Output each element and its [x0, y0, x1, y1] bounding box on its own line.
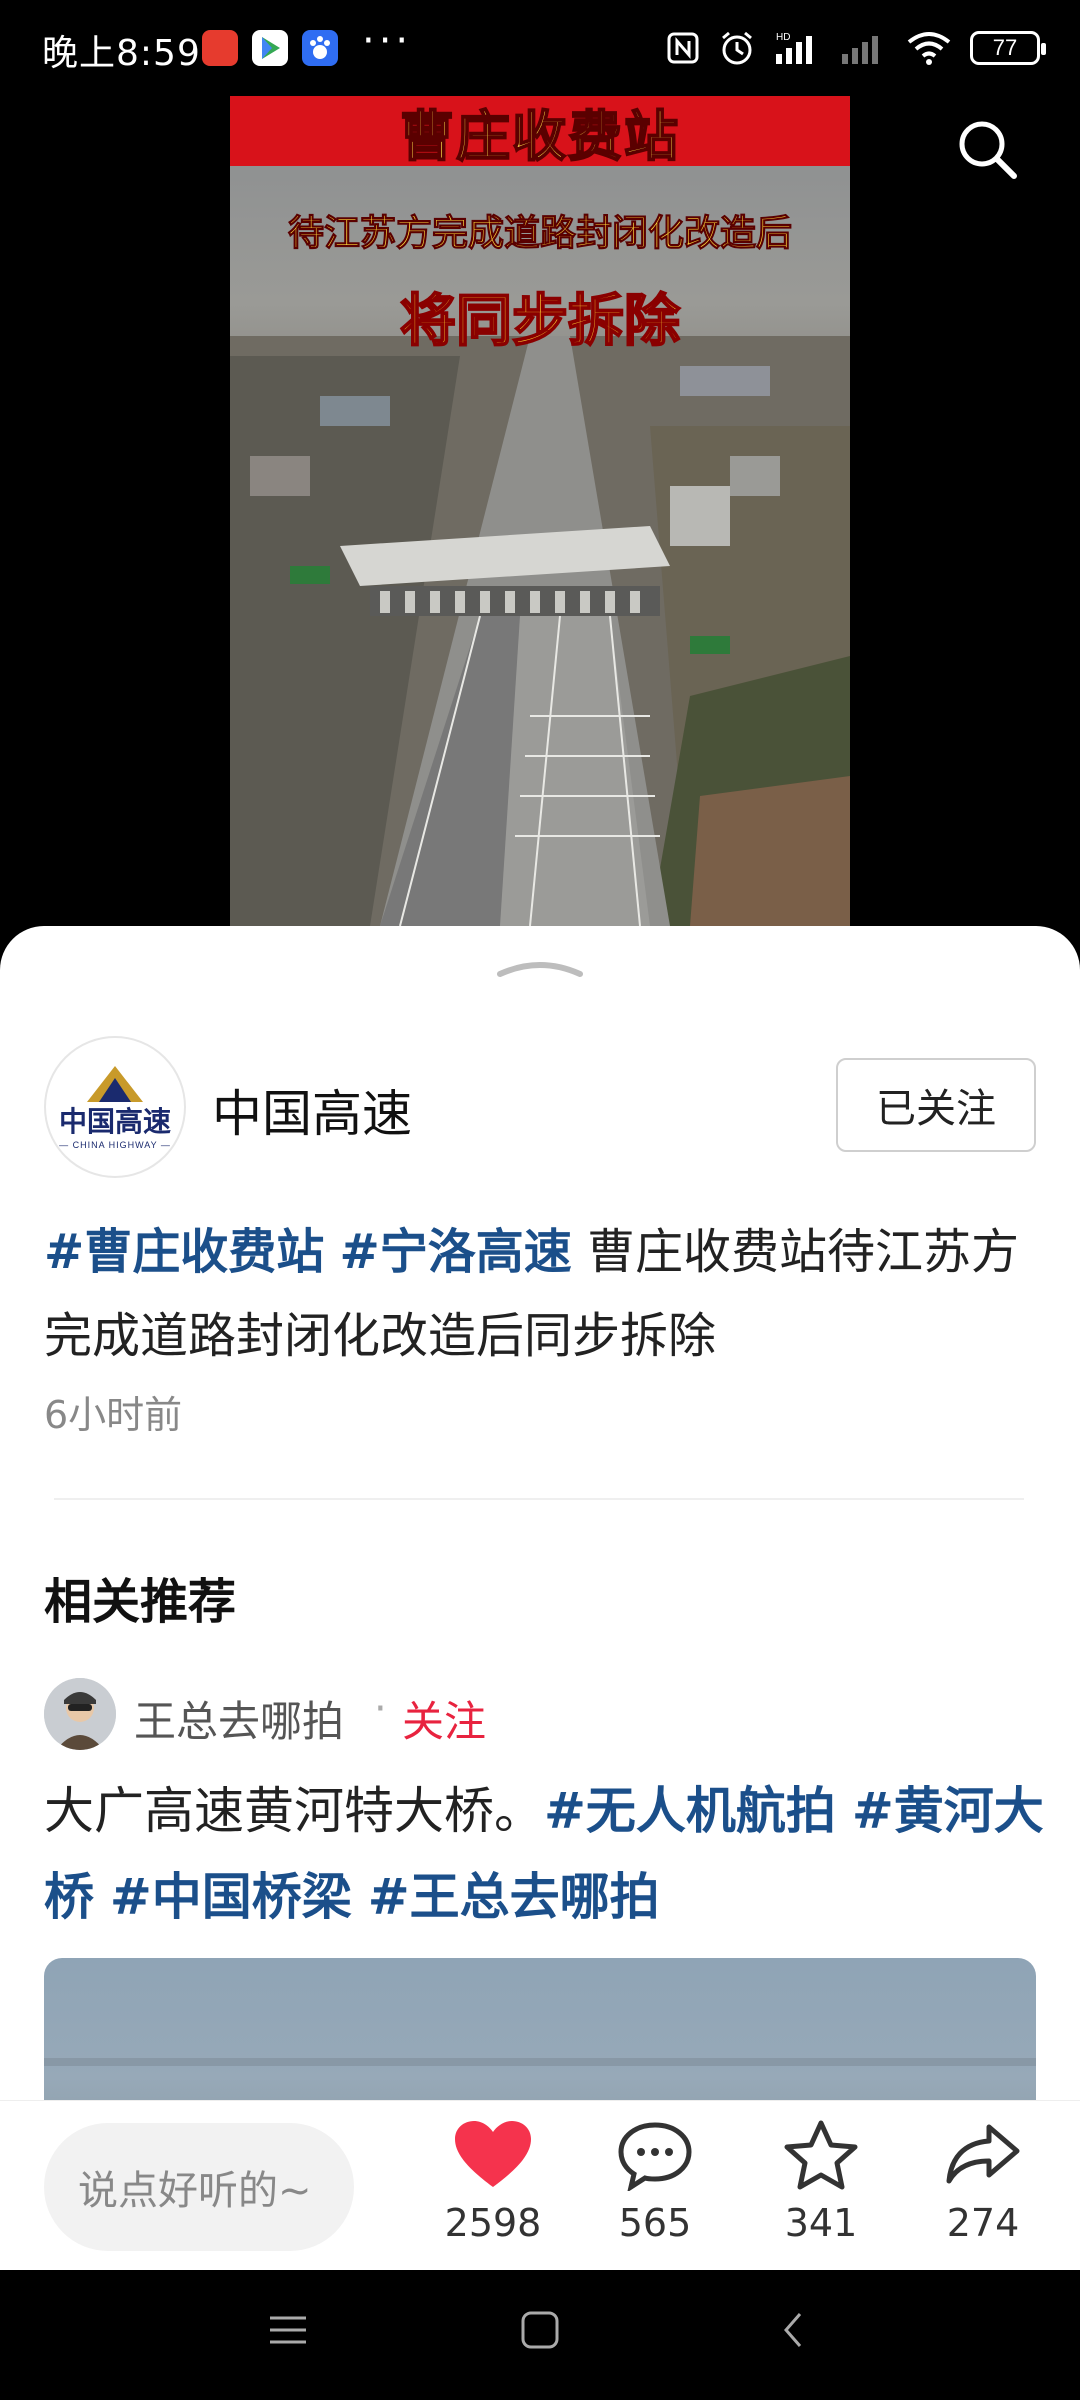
- menu-icon[interactable]: [268, 2310, 308, 2350]
- svg-text:HD: HD: [776, 32, 790, 43]
- action-bar: 说点好听的~ 2598 565 341 274: [0, 2100, 1080, 2270]
- play-store-icon: [252, 30, 288, 66]
- author-avatar[interactable]: 中国高速 — CHINA HIGHWAY —: [44, 1036, 186, 1178]
- related-section-title: 相关推荐: [44, 1574, 237, 1630]
- system-nav-bar: [0, 2270, 1080, 2400]
- favorite-button[interactable]: 341: [756, 2119, 886, 2245]
- comment-icon: [618, 2122, 692, 2191]
- battery-level: 77: [992, 35, 1018, 60]
- heart-icon: [455, 2121, 531, 2187]
- video-player[interactable]: 曹庄收费站 待江苏方完成道路封闭化改造后 将同步拆除: [0, 96, 1080, 956]
- search-icon[interactable]: [952, 114, 1022, 184]
- comment-count: 565: [618, 2201, 692, 2245]
- video-subtitle-1: 待江苏方完成道路封闭化改造后: [287, 213, 792, 255]
- post-time: 6小时前: [44, 1393, 183, 1437]
- comment-button[interactable]: 565: [590, 2119, 720, 2245]
- alarm-icon: [722, 31, 752, 65]
- home-icon[interactable]: [520, 2310, 560, 2350]
- status-more: ···: [362, 18, 413, 64]
- divider: [54, 1498, 1024, 1500]
- back-icon[interactable]: [774, 2310, 814, 2350]
- rec-author-avatar[interactable]: [44, 1678, 116, 1750]
- favorite-count: 341: [784, 2201, 858, 2245]
- video-banner: 曹庄收费站: [230, 96, 850, 169]
- separator-dot: ·: [374, 1686, 387, 1732]
- hashtag[interactable]: #曹庄收费站: [44, 1224, 324, 1280]
- wifi-icon: [907, 32, 951, 65]
- rec-video-thumbnail[interactable]: [44, 1958, 1036, 2100]
- sheet-handle-icon[interactable]: [496, 954, 584, 982]
- comment-input[interactable]: 说点好听的~: [44, 2123, 354, 2251]
- rec-post-text[interactable]: 大广高速黄河特大桥。#无人机航拍 #黄河大桥 #中国桥梁 #王总去哪拍: [44, 1768, 1044, 1940]
- star-icon: [784, 2120, 858, 2190]
- status-time: 晚上8:59: [42, 33, 201, 74]
- status-bar: 晚上8:59 ··· HD 77: [0, 0, 1080, 96]
- rec-author-name[interactable]: 王总去哪拍: [134, 1688, 344, 1749]
- author-name[interactable]: 中国高速: [212, 1074, 412, 1146]
- following-button[interactable]: 已关注: [836, 1058, 1036, 1152]
- video-banner-text: 曹庄收费站: [399, 104, 680, 169]
- baidu-icon: [302, 30, 338, 66]
- post-detail-sheet: 中国高速 — CHINA HIGHWAY — 中国高速 已关注 #曹庄收费站 #…: [0, 926, 1080, 2100]
- video-frame[interactable]: 曹庄收费站 待江苏方完成道路封闭化改造后 将同步拆除: [230, 96, 850, 926]
- app-notification-icon: [202, 30, 238, 66]
- hashtag[interactable]: #中国桥梁: [110, 1868, 352, 1926]
- hashtag[interactable]: #宁洛高速: [340, 1224, 572, 1280]
- china-highway-logo-icon: [87, 1066, 143, 1102]
- hashtag[interactable]: #王总去哪拍: [368, 1868, 660, 1926]
- battery-icon: 77: [970, 31, 1046, 65]
- rec-follow-button[interactable]: 关注: [402, 1688, 486, 1749]
- rec-post-body: 大广高速黄河特大桥。: [44, 1782, 544, 1840]
- signal-icon: HD: [776, 32, 812, 64]
- nfc-icon: [667, 32, 699, 64]
- like-count: 2598: [444, 2201, 542, 2245]
- share-count: 274: [946, 2201, 1020, 2245]
- signal-weak-icon: [842, 36, 878, 64]
- share-icon: [946, 2124, 1020, 2184]
- avatar-sub-text: — CHINA HIGHWAY —: [59, 1140, 171, 1150]
- avatar-logo-text: 中国高速: [58, 1105, 171, 1138]
- status-indicators: HD 77: [666, 24, 1046, 72]
- video-subtitle-2: 将同步拆除: [399, 288, 681, 355]
- hashtag[interactable]: #无人机航拍: [544, 1782, 836, 1840]
- like-button[interactable]: 2598: [428, 2119, 558, 2245]
- share-button[interactable]: 274: [918, 2119, 1048, 2245]
- post-text: #曹庄收费站 #宁洛高速 曹庄收费站待江苏方完成道路封闭化改造后同步拆除: [44, 1210, 1044, 1378]
